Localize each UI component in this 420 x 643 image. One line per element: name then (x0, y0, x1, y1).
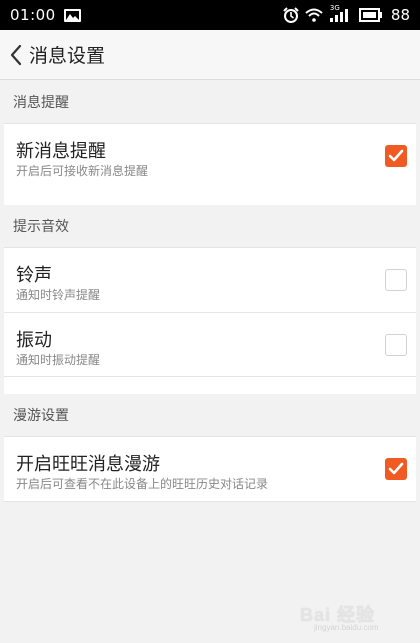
section-header-sound: 提示音效 (0, 205, 420, 247)
alarm-icon (283, 7, 299, 23)
setting-vibration[interactable]: 振动 通知时振动提醒 (4, 312, 416, 376)
setting-subtitle: 通知时振动提醒 (16, 353, 101, 367)
ringtone-checkbox[interactable] (385, 269, 407, 291)
setting-title: 铃声 (16, 265, 52, 286)
setting-ringtone[interactable]: 铃声 通知时铃声提醒 (4, 248, 416, 312)
nav-bar: 消息设置 (0, 30, 420, 80)
page-title: 消息设置 (29, 45, 106, 67)
list-block-message-alert: 新消息提醒 开启后可接收新消息提醒 (4, 123, 416, 189)
chevron-left-icon (10, 44, 22, 65)
watermark-url: jingyan.baidu.com (314, 623, 379, 632)
list-block-roaming: 开启旺旺消息漫游 开启后可查看不在此设备上的旺旺历史对话记录 (4, 436, 416, 502)
list-block-sound: 铃声 通知时铃声提醒 振动 通知时振动提醒 (4, 247, 416, 377)
status-time: 01:00 (10, 6, 56, 24)
cell-signal-icon: 3G (329, 4, 353, 23)
setting-new-message-alert[interactable]: 新消息提醒 开启后可接收新消息提醒 (4, 124, 416, 188)
block-spacer (4, 377, 416, 395)
block-spacer (4, 188, 416, 206)
setting-subtitle: 开启后可查看不在此设备上的旺旺历史对话记录 (16, 477, 269, 491)
setting-subtitle: 开启后可接收新消息提醒 (16, 164, 149, 178)
checkmark-icon (388, 462, 404, 475)
section-header-roaming: 漫游设置 (0, 394, 420, 436)
setting-subtitle: 通知时铃声提醒 (16, 288, 101, 302)
section-header-message-alert: 消息提醒 (0, 81, 420, 123)
setting-title: 振动 (16, 330, 52, 351)
image-notification-icon (63, 8, 81, 22)
new-message-alert-checkbox[interactable] (385, 145, 407, 167)
checkmark-icon (388, 149, 404, 162)
vibration-checkbox[interactable] (385, 334, 407, 356)
setting-title: 开启旺旺消息漫游 (16, 454, 160, 475)
baidu-watermark: Bai 经验 jingyan.baidu.com (300, 601, 410, 637)
back-button[interactable]: 消息设置 (0, 30, 105, 79)
battery-icon (358, 8, 382, 22)
status-bar: 01:00 3G 88 (0, 0, 420, 30)
wifi-icon (305, 8, 323, 22)
setting-wangwang-roaming[interactable]: 开启旺旺消息漫游 开启后可查看不在此设备上的旺旺历史对话记录 (4, 437, 416, 501)
battery-level: 88 (390, 6, 410, 24)
wangwang-roaming-checkbox[interactable] (385, 458, 407, 480)
setting-title: 新消息提醒 (16, 141, 106, 162)
status-indicators: 3G 88 (283, 4, 410, 24)
